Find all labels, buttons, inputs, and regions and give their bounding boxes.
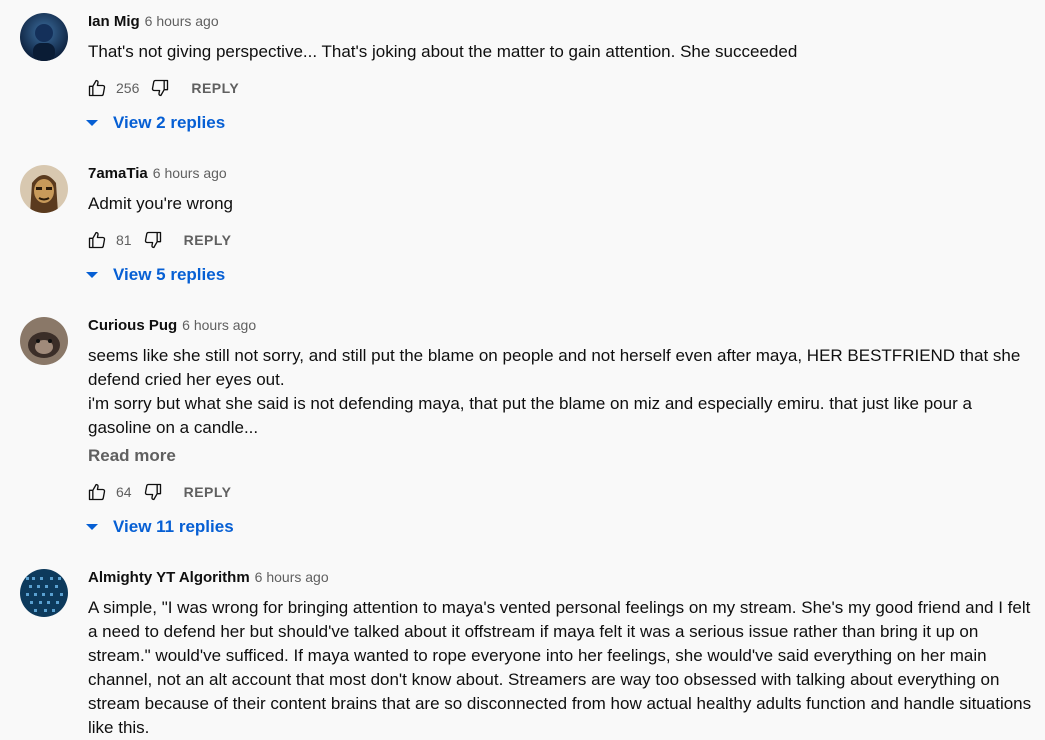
reply-button[interactable]: REPLY xyxy=(191,80,239,96)
comment-header: Ian Mig 6 hours ago xyxy=(88,13,219,33)
avatar-image xyxy=(20,317,68,365)
comment-actions: 256 REPLY xyxy=(86,76,239,100)
timestamp[interactable]: 6 hours ago xyxy=(153,165,227,181)
comment-header: Curious Pug 6 hours ago xyxy=(88,317,256,337)
comment-text: A simple, "I was wrong for bringing atte… xyxy=(88,596,1033,740)
comment-text: seems like she still not sorry, and stil… xyxy=(88,344,1033,440)
comment-text: Admit you're wrong xyxy=(88,192,1033,216)
timestamp[interactable]: 6 hours ago xyxy=(182,317,256,333)
comment-paragraph: A simple, "I was wrong for bringing atte… xyxy=(88,598,1032,737)
comment-actions: 64 REPLY xyxy=(86,480,231,504)
avatar-image xyxy=(20,569,68,617)
like-count: 81 xyxy=(116,232,132,248)
comment-actions: 81 REPLY xyxy=(86,228,231,252)
thumbs-up-icon xyxy=(88,483,106,501)
comment-paragraph: seems like she still not sorry, and stil… xyxy=(88,346,1021,389)
like-count: 64 xyxy=(116,484,132,500)
dislike-button[interactable] xyxy=(149,77,171,99)
reply-button[interactable]: REPLY xyxy=(184,232,232,248)
comment-paragraph: i'm sorry but what she said is not defen… xyxy=(88,394,972,437)
view-replies-label: View 5 replies xyxy=(113,265,226,284)
view-replies-button[interactable]: View 5 replies xyxy=(84,263,225,287)
caret-down-icon xyxy=(86,524,98,530)
thumbs-up-icon xyxy=(88,79,106,97)
view-replies-button[interactable]: View 2 replies xyxy=(84,111,225,135)
author-name[interactable]: 7amaTia xyxy=(88,165,148,182)
author-name[interactable]: Curious Pug xyxy=(88,317,177,334)
comment-header: 7amaTia 6 hours ago xyxy=(88,165,227,185)
avatar-image xyxy=(20,13,68,61)
caret-down-icon xyxy=(86,120,98,126)
view-replies-label: View 2 replies xyxy=(113,113,226,132)
like-button[interactable] xyxy=(86,481,108,503)
timestamp[interactable]: 6 hours ago xyxy=(255,569,329,585)
author-name[interactable]: Ian Mig xyxy=(88,13,140,30)
timestamp[interactable]: 6 hours ago xyxy=(145,13,219,29)
avatar[interactable] xyxy=(20,317,68,365)
avatar[interactable] xyxy=(20,569,68,617)
author-name[interactable]: Almighty YT Algorithm xyxy=(88,569,250,586)
read-more-button[interactable]: Read more xyxy=(88,444,176,468)
comment-paragraph: Admit you're wrong xyxy=(88,194,233,213)
avatar[interactable] xyxy=(20,165,68,213)
comment-paragraph: That's not giving perspective... That's … xyxy=(88,42,798,61)
caret-down-icon xyxy=(86,272,98,278)
thumbs-down-icon xyxy=(152,79,169,97)
reply-button[interactable]: REPLY xyxy=(184,484,232,500)
comment-text: That's not giving perspective... That's … xyxy=(88,40,1033,64)
dislike-button[interactable] xyxy=(142,481,164,503)
avatar[interactable] xyxy=(20,13,68,61)
thumbs-down-icon xyxy=(144,483,161,501)
like-count: 256 xyxy=(116,80,140,96)
avatar-image xyxy=(20,165,68,213)
like-button[interactable] xyxy=(86,229,108,251)
comment-header: Almighty YT Algorithm 6 hours ago xyxy=(88,569,329,589)
thumbs-down-icon xyxy=(144,231,161,249)
view-replies-button[interactable]: View 11 replies xyxy=(84,515,234,539)
thumbs-up-icon xyxy=(88,231,106,249)
dislike-button[interactable] xyxy=(142,229,164,251)
view-replies-label: View 11 replies xyxy=(113,517,234,536)
like-button[interactable] xyxy=(86,77,108,99)
